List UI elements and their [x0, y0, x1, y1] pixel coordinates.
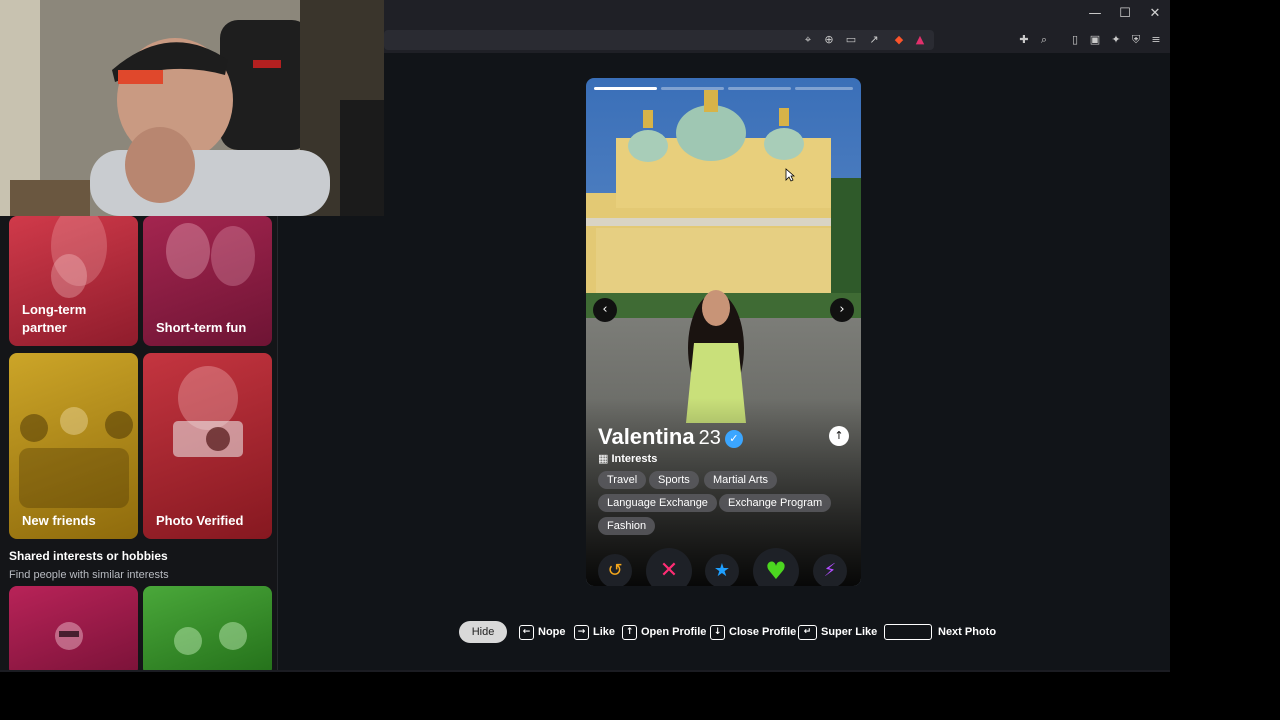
- tile-label: New friends: [22, 513, 96, 528]
- webcam-overlay: [0, 0, 384, 216]
- previous-photo-button[interactable]: ‹: [593, 298, 617, 322]
- leo-ai-icon[interactable]: ✦: [1108, 32, 1124, 48]
- tile-short-term-fun[interactable]: Short-term fun: [143, 216, 272, 346]
- section-subtitle: Find people with similar interests: [9, 569, 169, 581]
- shortcut-label: Next Photo: [938, 626, 997, 638]
- profile-name-row: Valentina 23 ✓: [598, 424, 743, 450]
- shortcut-super-like: ↵ Super Like: [798, 624, 877, 640]
- tile-photo: [174, 622, 247, 655]
- right-arrow-key-icon: →: [574, 624, 589, 640]
- tile-long-term-partner[interactable]: Long-term partner: [9, 216, 138, 346]
- shortcut-like: → Like: [574, 624, 615, 640]
- tile-photo: [55, 622, 83, 650]
- shortcut-open-profile: ↑ Open Profile: [622, 624, 706, 640]
- brave-shield-icon[interactable]: ◆: [891, 32, 907, 48]
- maximize-button[interactable]: ☐: [1110, 4, 1140, 24]
- profile-age: 23: [698, 427, 721, 449]
- space-key-icon: [884, 624, 932, 641]
- shortcut-label: Close Profile: [729, 626, 797, 638]
- webcam-video: [0, 0, 384, 216]
- extensions-icon[interactable]: ✚: [1016, 32, 1032, 48]
- minimize-button[interactable]: —: [1080, 4, 1110, 24]
- nope-icon: ✕: [659, 558, 679, 583]
- star-icon: ★: [713, 560, 731, 581]
- tile-new-friends[interactable]: New friends: [9, 353, 138, 539]
- super-like-button[interactable]: ★: [705, 554, 739, 586]
- up-arrow-key-icon: ↑: [622, 624, 637, 640]
- menu-icon[interactable]: ≡: [1148, 32, 1164, 48]
- profile-card[interactable]: ‹ › Valentina 23 ✓ ↑ ▦ Interests Travel Sp…: [586, 78, 861, 586]
- profile-name: Valentina: [598, 424, 695, 449]
- boost-button[interactable]: ⚡: [813, 554, 847, 586]
- down-arrow-key-icon: ↓: [710, 624, 725, 640]
- shortcut-close-profile: ↓ Close Profile: [710, 624, 796, 640]
- interest-chip: Exchange Program: [719, 494, 832, 512]
- section-title: Shared interests or hobbies: [9, 549, 168, 563]
- shortcut-label: Open Profile: [641, 626, 707, 638]
- rewards-icon[interactable]: ▲: [912, 32, 928, 48]
- wallet-icon[interactable]: ▣: [1087, 32, 1103, 48]
- shortcut-label: Nope: [538, 626, 566, 638]
- sidebar-toggle-icon[interactable]: ▯: [1067, 32, 1083, 48]
- tile-interest-2[interactable]: [143, 586, 272, 670]
- interests-label: Interests: [611, 453, 658, 465]
- like-button[interactable]: ♥: [753, 548, 799, 586]
- tab-search-icon[interactable]: ⌕: [1036, 32, 1052, 48]
- tile-label: Short-term fun: [156, 320, 247, 335]
- share-icon[interactable]: ↗: [866, 32, 882, 48]
- mouse-cursor: [785, 168, 796, 182]
- close-window-button[interactable]: ✕: [1140, 4, 1170, 24]
- interest-chip: Travel: [598, 471, 647, 489]
- shortcut-label: Super Like: [821, 626, 878, 638]
- photo-progress-1: [594, 87, 657, 90]
- interest-chip: Language Exchange: [598, 494, 717, 512]
- cast-icon[interactable]: ▭: [843, 32, 859, 48]
- shortcut-next-photo: Next Photo: [884, 624, 997, 641]
- shortcut-nope: ← Nope: [519, 624, 566, 640]
- interests-header: ▦ Interests: [598, 452, 657, 465]
- rewind-button[interactable]: ↺: [598, 554, 632, 586]
- heart-icon: ♥: [765, 557, 787, 585]
- enter-key-icon: ↵: [798, 624, 817, 640]
- photo-progress-2: [661, 87, 724, 90]
- tile-interest-1[interactable]: [9, 586, 138, 670]
- shortcut-label: Like: [593, 626, 616, 638]
- verified-badge-icon: ✓: [724, 430, 743, 448]
- interest-chip: Sports: [649, 471, 699, 489]
- nope-button[interactable]: ✕: [646, 548, 692, 586]
- tile-label: Photo Verified: [156, 513, 244, 528]
- open-profile-button[interactable]: ↑: [829, 426, 849, 446]
- left-arrow-key-icon: ←: [519, 624, 534, 640]
- interest-chip: Fashion: [598, 517, 656, 535]
- keyboard-shortcuts-bar: Hide ← Nope → Like ↑ Open Profile ↓ Close Pr…: [459, 621, 1019, 643]
- hide-shortcuts-button[interactable]: Hide: [459, 621, 507, 643]
- photo-progress-3: [728, 87, 791, 90]
- location-icon[interactable]: ⌖: [800, 32, 816, 48]
- next-photo-button[interactable]: ›: [830, 298, 854, 322]
- photo-progress-4: [795, 87, 853, 90]
- tile-photo-verified[interactable]: Photo Verified: [143, 353, 272, 539]
- rewind-icon: ↺: [607, 560, 623, 581]
- interest-chip: Martial Arts: [704, 471, 778, 489]
- zoom-icon[interactable]: ⊕: [821, 32, 837, 48]
- action-bar: ↺ ✕ ★ ♥ ⚡: [586, 548, 861, 586]
- lightning-icon: ⚡: [823, 560, 837, 581]
- grid-icon: ▦: [598, 452, 609, 465]
- vpn-icon[interactable]: ⛨: [1128, 32, 1144, 48]
- tile-label: Long-term partner: [22, 302, 87, 335]
